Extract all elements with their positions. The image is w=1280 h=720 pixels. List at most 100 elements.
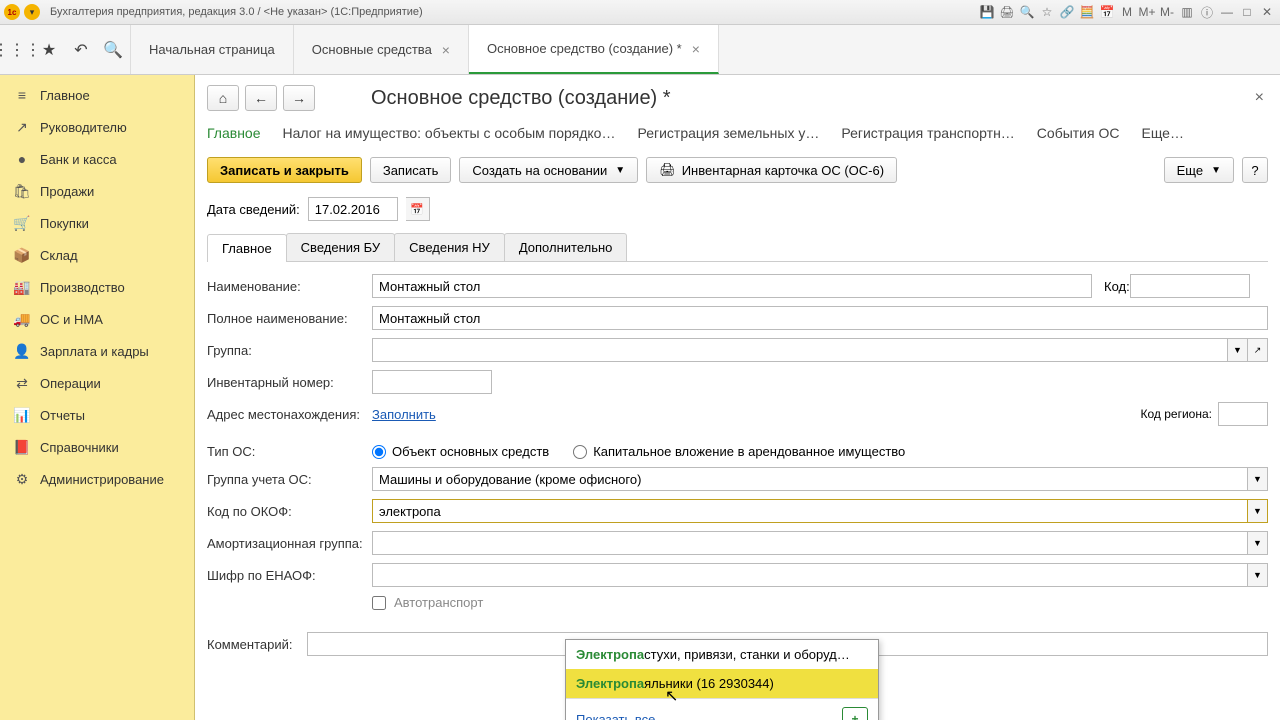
okof-label: Код по ОКОФ: (207, 504, 372, 519)
dropdown-button[interactable]: ▼ (1248, 531, 1268, 555)
close-icon[interactable]: × (692, 41, 700, 57)
link-icon[interactable]: 🔗 (1058, 3, 1076, 21)
group-input[interactable] (372, 338, 1228, 362)
dropdown-item[interactable]: Электропаяльники (16 2930344) (566, 669, 878, 698)
minimize-icon[interactable]: — (1218, 3, 1236, 21)
subnav-transport[interactable]: Регистрация транспортн… (841, 125, 1014, 141)
code-input[interactable] (1130, 274, 1250, 298)
sidebar-item-main[interactable]: ≡Главное (0, 79, 194, 111)
amort-label: Амортизационная группа: (207, 536, 372, 551)
sidebar-item-reports[interactable]: 📊Отчеты (0, 399, 194, 431)
mplus-icon[interactable]: M+ (1138, 3, 1156, 21)
gear-icon: ⚙ (14, 471, 30, 487)
forward-button[interactable]: → (283, 85, 315, 111)
maximize-icon[interactable]: □ (1238, 3, 1256, 21)
dropdown-button[interactable]: ▼ (1228, 338, 1248, 362)
acct-group-input[interactable] (372, 467, 1248, 491)
enaof-input[interactable] (372, 563, 1248, 587)
print-icon[interactable]: 🖨 (998, 3, 1016, 21)
sidebar-item-manager[interactable]: ↗Руководителю (0, 111, 194, 143)
subnav-tax[interactable]: Налог на имущество: объекты с особым пор… (283, 125, 616, 141)
back-button[interactable]: ← (245, 85, 277, 111)
fill-address-link[interactable]: Заполнить (372, 407, 436, 422)
sidebar-item-production[interactable]: 🏭Производство (0, 271, 194, 303)
close-window-icon[interactable]: ✕ (1258, 3, 1276, 21)
dropdown-button[interactable]: ▼ (1248, 467, 1268, 491)
apps-icon[interactable]: ⋮⋮⋮ (8, 41, 26, 59)
more-button[interactable]: Еще▼ (1164, 157, 1234, 183)
dropdown-item[interactable]: Электропастухи, привязи, станки и оборуд… (566, 640, 878, 669)
sidebar-item-admin[interactable]: ⚙Администрирование (0, 463, 194, 495)
info-icon[interactable]: ⓘ (1198, 3, 1216, 21)
m-icon[interactable]: M (1118, 3, 1136, 21)
tab-home[interactable]: Начальная страница (131, 25, 294, 74)
create-based-button[interactable]: Создать на основании▼ (459, 157, 638, 183)
inventory-card-button[interactable]: 🖨Инвентарная карточка ОС (ОС-6) (646, 157, 897, 183)
sidebar-item-references[interactable]: 📕Справочники (0, 431, 194, 463)
sidebar-item-purchases[interactable]: 🛒Покупки (0, 207, 194, 239)
star-icon[interactable]: ★ (40, 41, 58, 59)
tab-extra[interactable]: Дополнительно (504, 233, 628, 261)
sidebar-item-salary[interactable]: 👤Зарплата и кадры (0, 335, 194, 367)
panels-icon[interactable]: ▥ (1178, 3, 1196, 21)
person-icon: 👤 (14, 343, 30, 359)
okof-input[interactable] (372, 499, 1248, 523)
cart-icon: 🛒 (14, 215, 30, 231)
add-button[interactable]: + (842, 707, 868, 720)
favorite-icon[interactable]: ☆ (1038, 3, 1056, 21)
sidebar-item-operations[interactable]: ⇄Операции (0, 367, 194, 399)
calendar-button[interactable]: 📅 (406, 197, 430, 221)
tab-create-asset[interactable]: Основное средство (создание) *× (469, 25, 719, 74)
fullname-input[interactable] (372, 306, 1268, 330)
group-label: Группа: (207, 343, 372, 358)
sidebar-item-bank[interactable]: ●Банк и касса (0, 143, 194, 175)
history-icon[interactable]: ↶ (72, 41, 90, 59)
name-input[interactable] (372, 274, 1092, 298)
calc-icon[interactable]: 🧮 (1078, 3, 1096, 21)
mminus-icon[interactable]: M- (1158, 3, 1176, 21)
box-icon: 📦 (14, 247, 30, 263)
search-icon[interactable]: 🔍 (104, 41, 122, 59)
sidebar-item-os-nma[interactable]: 🚚ОС и НМА (0, 303, 194, 335)
show-all-link[interactable]: Показать все (576, 712, 655, 720)
subnav-land[interactable]: Регистрация земельных у… (637, 125, 819, 141)
calendar-icon[interactable]: 📅 (1098, 3, 1116, 21)
chevron-down-icon: ▼ (615, 165, 625, 176)
save-close-button[interactable]: Записать и закрыть (207, 157, 362, 183)
preview-icon[interactable]: 🔍 (1018, 3, 1036, 21)
close-page-button[interactable]: × (1251, 89, 1268, 107)
help-button[interactable]: ? (1242, 157, 1268, 183)
subnav-more[interactable]: Еще… (1141, 125, 1184, 141)
open-button[interactable]: ↗ (1248, 338, 1268, 362)
coin-icon: ● (14, 151, 30, 167)
tab-nu[interactable]: Сведения НУ (394, 233, 505, 261)
date-input[interactable] (308, 197, 398, 221)
home-button[interactable]: ⌂ (207, 85, 239, 111)
bag-icon: 🛍 (14, 183, 30, 199)
tab-main[interactable]: Главное (207, 234, 287, 262)
subnav-main[interactable]: Главное (207, 125, 261, 141)
region-input[interactable] (1218, 402, 1268, 426)
book-icon: 📕 (14, 439, 30, 455)
enaof-label: Шифр по ЕНАОФ: (207, 568, 372, 583)
print-icon: 🖨 (659, 162, 676, 178)
invnum-label: Инвентарный номер: (207, 375, 372, 390)
dropdown-button[interactable]: ▼ (1248, 499, 1268, 523)
type-radio-object[interactable]: Объект основных средств (372, 444, 549, 459)
close-icon[interactable]: × (442, 42, 450, 58)
save-button[interactable]: Записать (370, 157, 452, 183)
app-menu-icon[interactable]: ▾ (24, 4, 40, 20)
titlebar: 1c ▾ Бухгалтерия предприятия, редакция 3… (0, 0, 1280, 25)
tab-bu[interactable]: Сведения БУ (286, 233, 396, 261)
auto-checkbox[interactable]: Автотранспорт (372, 595, 483, 610)
amort-input[interactable] (372, 531, 1248, 555)
subnav-events[interactable]: События ОС (1037, 125, 1120, 141)
dropdown-button[interactable]: ▼ (1248, 563, 1268, 587)
save-icon[interactable]: 💾 (978, 3, 996, 21)
sidebar-item-sales[interactable]: 🛍Продажи (0, 175, 194, 207)
invnum-input[interactable] (372, 370, 492, 394)
factory-icon: 🏭 (14, 279, 30, 295)
type-radio-capital[interactable]: Капитальное вложение в арендованное имущ… (573, 444, 905, 459)
sidebar-item-warehouse[interactable]: 📦Склад (0, 239, 194, 271)
tab-fixed-assets[interactable]: Основные средства× (294, 25, 469, 74)
